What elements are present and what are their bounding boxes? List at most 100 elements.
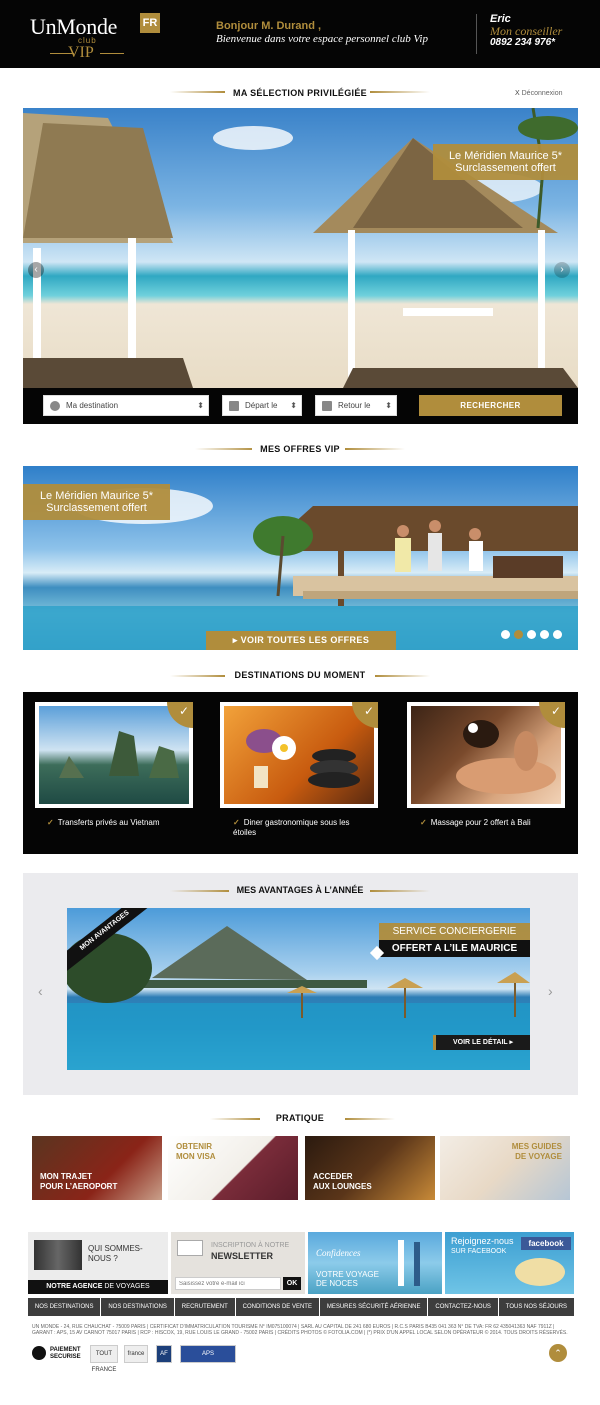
destination-card-dinner[interactable]: ✓	[220, 702, 378, 808]
tout-france-badge: TOUT FRANCE	[90, 1345, 118, 1373]
back-to-top-button[interactable]: ⌃	[549, 1344, 567, 1362]
offers-title: MES OFFRES VIP	[0, 444, 600, 454]
payment-secure-label: PAIEMENT SECURISE	[50, 1347, 81, 1360]
lock-icon	[32, 1346, 46, 1360]
hero-beach-image[interactable]: ‹ › Le Méridien Maurice 5* Surclassement…	[23, 108, 578, 388]
logo-country-badge: FR	[140, 13, 160, 33]
pratique-title: PRATIQUE	[0, 1113, 600, 1123]
facebook-promo[interactable]: Rejoignez-nous SUR FACEBOOK facebook	[445, 1232, 574, 1294]
advantages-title: MES AVANTAGES À L’ANNÉE	[0, 885, 600, 895]
facebook-logo: facebook	[521, 1237, 571, 1250]
destination-caption-bali: ✓ Massage pour 2 offert à Bali	[420, 818, 531, 827]
logout-link[interactable]: X Déconnexion	[515, 90, 563, 97]
carousel-dot[interactable]	[553, 630, 562, 639]
pratique-visa[interactable]: OBTENIR MON VISA	[168, 1136, 298, 1200]
team-photo	[34, 1240, 82, 1270]
wedding-brand: Confidences	[316, 1248, 361, 1258]
destinations-title: DESTINATIONS DU MOMENT	[0, 670, 600, 680]
greeting-text: Bonjour M. Durand ,	[216, 20, 322, 32]
lounges-label: ACCEDER AUX LOUNGES	[313, 1172, 372, 1191]
af-badge: AF	[156, 1345, 172, 1363]
advisor-phone[interactable]: 0892 234 976*	[490, 37, 555, 48]
logo-wordmark[interactable]: UnMonde	[30, 14, 117, 40]
pratique-airport[interactable]: MON TRAJET POUR L’AEROPORT	[32, 1136, 162, 1200]
destinations-panel: ✓ ✓ Transferts privés au Vietnam ✓ ✓ Diner…	[23, 692, 578, 854]
airport-label: MON TRAJET POUR L’AEROPORT	[40, 1172, 118, 1191]
hero-offer-tag[interactable]: Le Méridien Maurice 5* Surclassement off…	[433, 144, 578, 180]
carousel-dot[interactable]	[527, 630, 536, 639]
title-ornament-right	[370, 91, 430, 93]
pratique-lounges[interactable]: ACCEDER AUX LOUNGES	[305, 1136, 435, 1200]
footer-nav-destinations[interactable]: NOS DESTINATIONS	[28, 1298, 101, 1316]
offers-pool-image[interactable]: Le Méridien Maurice 5* Surclassement off…	[23, 466, 578, 650]
advantages-next-arrow[interactable]: ›	[548, 983, 553, 999]
wedding-promo[interactable]: Confidences VOTRE VOYAGE DE NOCES	[308, 1232, 442, 1294]
destination-select[interactable]: Ma destination ⬍	[43, 395, 209, 416]
visa-label: OBTENIR MON VISA	[176, 1142, 216, 1161]
carousel-next-button[interactable]: ›	[554, 262, 570, 278]
see-detail-button[interactable]: VOIR LE DÉTAIL ▸	[433, 1035, 530, 1050]
service-tag-line2: OFFERT A L’ILE MAURICE	[379, 940, 530, 957]
footer-nav-conditions[interactable]: CONDITIONS DE VENTE	[235, 1298, 319, 1316]
footer-nav-sejours[interactable]: TOUS NOS SÉJOURS	[498, 1298, 574, 1316]
select-arrows-icon: ⬍	[290, 401, 297, 410]
logo-vip-text: VIP	[68, 44, 94, 61]
newsletter-ok-button[interactable]: OK	[283, 1277, 301, 1290]
carousel-dot[interactable]	[540, 630, 549, 639]
facebook-line1: Rejoignez-nous	[451, 1236, 514, 1246]
newsletter-top: INSCRIPTION À NOTRE	[211, 1242, 290, 1249]
carousel-prev-button[interactable]: ‹	[28, 262, 44, 278]
destination-card-vietnam[interactable]: ✓	[35, 702, 193, 808]
footer-nav-recrutement[interactable]: RECRUTEMENT	[174, 1298, 235, 1316]
guides-label: MES GUIDES DE VOYAGE	[511, 1142, 562, 1161]
legal-text: UN MONDE - 24, RUE CHAUCHAT - 75009 PARI…	[32, 1324, 568, 1336]
offers-offer-line1: Le Méridien Maurice 5*	[39, 490, 154, 502]
logo-divider-right	[100, 53, 124, 54]
select-arrows-icon: ⬍	[385, 401, 392, 410]
globe-icon	[50, 401, 60, 411]
destination-caption-vietnam: ✓ Transferts privés au Vietnam	[47, 818, 160, 827]
agency-label: NOTRE AGENCE DE VOYAGES	[28, 1280, 168, 1294]
agency-promo[interactable]: QUI SOMMES-NOUS ? NOTRE AGENCE DE VOYAGE…	[28, 1232, 168, 1294]
aps-badge: APS	[180, 1345, 236, 1363]
footer-nav: NOS DESTINATIONS NOS DESTINATIONS RECRUT…	[28, 1298, 574, 1316]
footer-nav-securite[interactable]: MESURES SÉCURITÉ AÉRIENNE	[319, 1298, 428, 1316]
mauritius-pool-image[interactable]: MON AVANTAGES SERVICE CONCIERGERIE OFFER…	[67, 908, 530, 1070]
welcome-text: Bienvenue dans votre espace personnel cl…	[216, 33, 428, 45]
destination-card-bali[interactable]: ✓	[407, 702, 565, 808]
header-bar: UnMonde FR club VIP Bonjour M. Durand , …	[0, 0, 600, 68]
carousel-dot[interactable]	[501, 630, 510, 639]
title-ornament-right	[375, 675, 430, 677]
offers-offer-tag[interactable]: Le Méridien Maurice 5* Surclassement off…	[23, 484, 170, 520]
pratique-guides[interactable]: MES GUIDES DE VOYAGE	[440, 1136, 570, 1200]
service-tag-line1: SERVICE CONCIERGERIE	[379, 923, 530, 940]
vietnam-image	[39, 706, 189, 804]
destination-caption-dinner: ✓ Diner gastronomique sous les étoiles	[233, 818, 350, 837]
see-all-offers-button[interactable]: ▸ VOIR TOUTES LES OFFRES	[206, 631, 396, 650]
newsletter-email-input[interactable]	[175, 1277, 281, 1290]
bali-image	[411, 706, 561, 804]
header-divider	[476, 14, 477, 54]
retour-date-select[interactable]: Retour le ⬍	[315, 395, 397, 416]
newsletter-promo: INSCRIPTION À NOTRE NEWSLETTER OK	[171, 1232, 305, 1294]
offers-offer-line2: Surclassement offert	[46, 502, 147, 514]
wedding-label: VOTRE VOYAGE DE NOCES	[316, 1270, 379, 1288]
dinner-image	[224, 706, 374, 804]
carousel-dot-active[interactable]	[514, 630, 523, 639]
facebook-line2: SUR FACEBOOK	[451, 1248, 507, 1255]
footer-nav-destinations-2[interactable]: NOS DESTINATIONS	[101, 1298, 174, 1316]
couple-figure	[398, 1240, 404, 1286]
advantages-prev-arrow[interactable]: ‹	[38, 983, 43, 999]
search-button[interactable]: RECHERCHER	[419, 395, 562, 416]
france-badge: france	[124, 1345, 148, 1363]
envelope-icon	[177, 1240, 203, 1256]
selection-title: MA SÉLECTION PRIVILÉGIÉE	[0, 88, 600, 98]
agency-question: QUI SOMMES-NOUS ?	[88, 1244, 143, 1263]
calendar-icon	[322, 401, 332, 411]
footer-nav-contact[interactable]: CONTACTEZ-NOUS	[428, 1298, 498, 1316]
title-ornament-right	[370, 890, 430, 892]
select-arrows-icon: ⬍	[197, 401, 204, 410]
hero-offer-line1: Le Méridien Maurice 5*	[448, 150, 563, 162]
depart-date-select[interactable]: Départ le ⬍	[222, 395, 302, 416]
carousel-dots	[501, 630, 562, 639]
